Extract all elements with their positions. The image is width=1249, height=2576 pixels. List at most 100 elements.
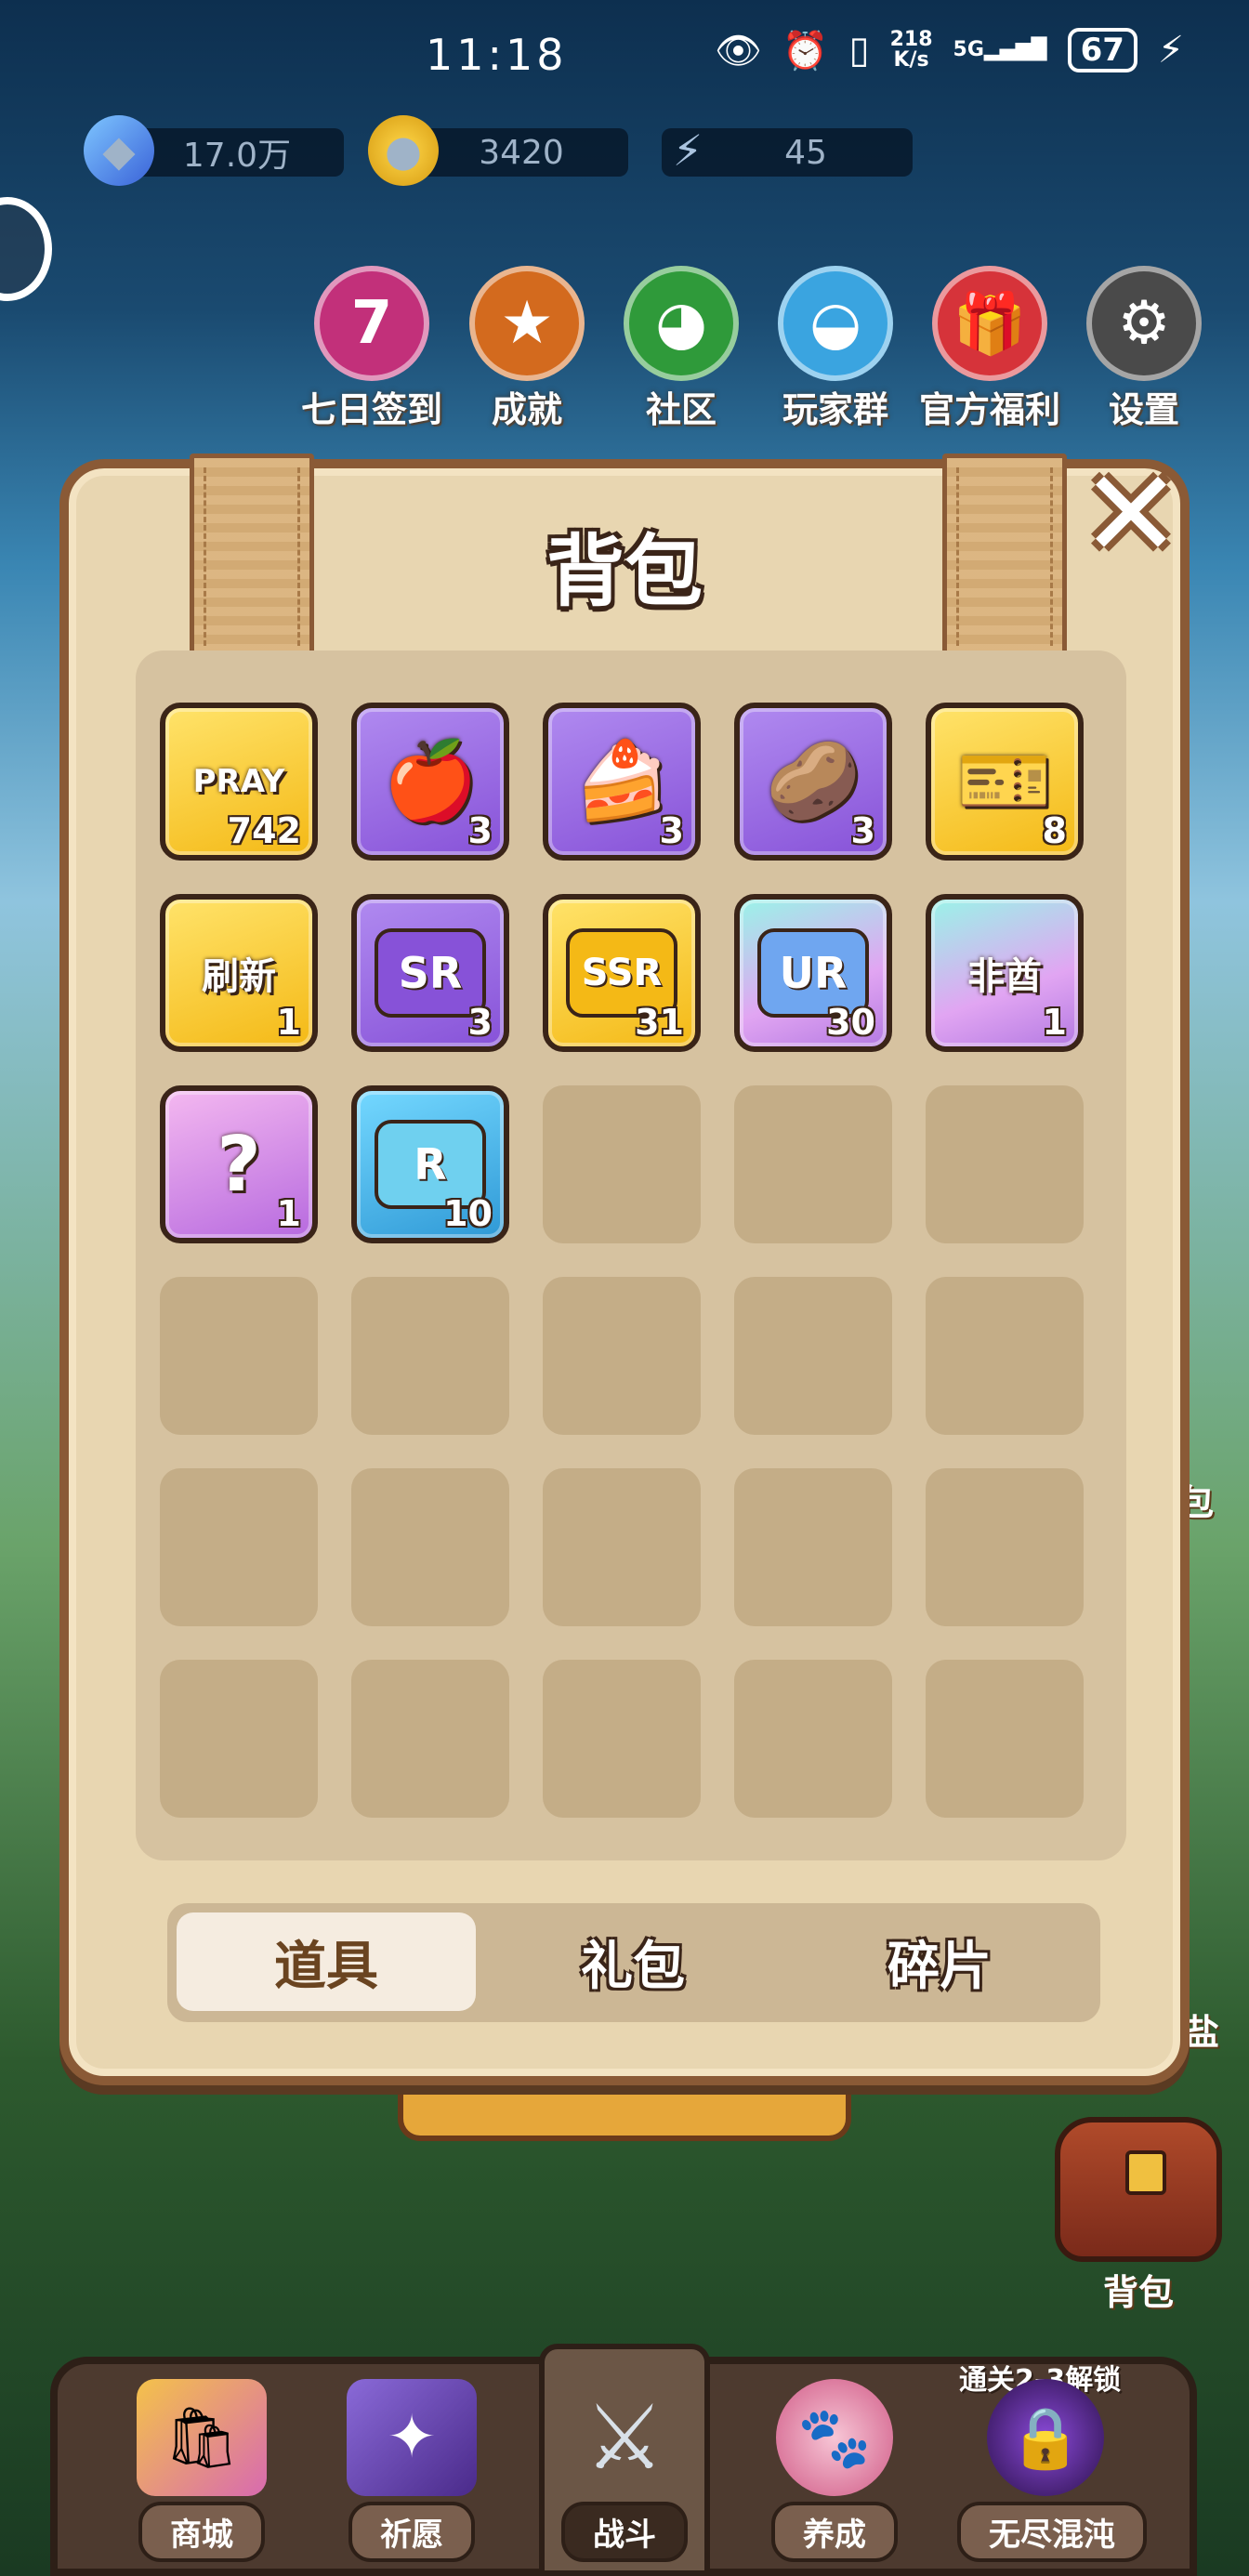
inventory-slot-empty	[351, 1468, 509, 1626]
chat-bubble-icon[interactable]	[0, 197, 52, 301]
vibrate-icon: ▯	[848, 29, 870, 72]
nav-label: 养成	[771, 2502, 898, 2562]
inventory-slot-empty	[351, 1660, 509, 1818]
item-count: 31	[635, 1002, 684, 1043]
item-count: 1	[276, 1193, 301, 1234]
menu-label: 设置	[1108, 389, 1179, 430]
menu-seven-day-signin[interactable]: 7 七日签到	[301, 266, 442, 432]
inventory-slot-chips[interactable]: 🥔 3	[734, 703, 892, 861]
coin-icon: ●	[368, 115, 439, 186]
nav-battle[interactable]: ⚔ 战斗	[536, 2379, 713, 2562]
chat-icon: ◕	[624, 266, 739, 381]
inventory-slot-r-fragment[interactable]: R 10	[351, 1085, 509, 1243]
menu-player-group[interactable]: ◒ 玩家群	[775, 266, 896, 432]
inventory-slot-empty	[926, 1277, 1084, 1435]
close-button[interactable]: ✕	[1081, 453, 1182, 574]
item-count: 3	[850, 810, 875, 851]
backpack-label: 背包	[1102, 2272, 1174, 2313]
nav-label: 战斗	[561, 2502, 688, 2562]
resource-gems-value: 17.0万	[182, 137, 292, 175]
nav-label: 商城	[138, 2502, 265, 2562]
charging-icon: ⚡	[1157, 29, 1184, 72]
backpack-icon	[1055, 2117, 1222, 2262]
nav-wish[interactable]: ✦ 祈愿	[323, 2379, 500, 2562]
item-count: 1	[1042, 1002, 1067, 1043]
inventory-slot-empty	[160, 1468, 318, 1626]
nav-shop[interactable]: 🛍 商城	[113, 2379, 290, 2562]
menu-settings[interactable]: ⚙ 设置	[1084, 266, 1204, 432]
nav-endless-chaos[interactable]: 🔒 无尽混沌	[957, 2379, 1147, 2562]
status-time: 11:18	[426, 30, 568, 80]
inventory-slot-empty	[734, 1085, 892, 1243]
inventory-slot-empty	[926, 1468, 1084, 1626]
card-icon: ✦	[347, 2379, 477, 2496]
crossed-swords-icon: ⚔	[584, 2385, 665, 2490]
inventory-slot-pray-ticket[interactable]: PRAY 742	[160, 703, 318, 861]
item-count: 8	[1042, 810, 1067, 851]
menu-community[interactable]: ◕ 社区	[621, 266, 742, 432]
tab-gift-packs[interactable]: 礼包	[483, 1912, 782, 2011]
item-count: 30	[826, 1002, 875, 1043]
resource-energy-value: 45	[784, 133, 827, 172]
network-type: 5G	[953, 38, 984, 61]
category-tabs: 道具 礼包 碎片	[167, 1903, 1100, 2022]
inventory-slot-empty	[160, 1277, 318, 1435]
penguin-icon: ◒	[778, 266, 893, 381]
shop-icon: 🛍	[137, 2379, 267, 2496]
net-speed-value: 218	[889, 28, 933, 51]
inventory-slot-apple[interactable]: 🍎 3	[351, 703, 509, 861]
inventory-slot-empty	[543, 1660, 701, 1818]
inventory-slot-empty	[734, 1468, 892, 1626]
battery-indicator: 67	[1067, 28, 1137, 72]
inventory-slot-sr-fragment[interactable]: SR 3	[351, 894, 509, 1052]
item-count: 3	[467, 1002, 493, 1043]
inventory-slot-cake[interactable]: 🍰 3	[543, 703, 701, 861]
lock-icon: 🔒	[987, 2379, 1104, 2496]
signal-icon: 5G▂▄▆█	[953, 38, 1047, 61]
resource-energy[interactable]: ⚡ 45	[662, 125, 913, 177]
nav-label: 无尽混沌	[957, 2502, 1147, 2562]
resource-coins[interactable]: ● 3420	[368, 115, 628, 186]
inventory-slot-empty	[543, 1277, 701, 1435]
inventory-slot-empty	[926, 1660, 1084, 1818]
inventory-slot-empty	[351, 1277, 509, 1435]
inventory-slot-mystery-bag[interactable]: ? 1	[160, 1085, 318, 1243]
gear-icon: ⚙	[1086, 266, 1202, 381]
inventory-slot-empty	[160, 1660, 318, 1818]
gem-icon: ◆	[84, 115, 154, 186]
inventory-slot-refresh-ticket[interactable]: 刷新 1	[160, 894, 318, 1052]
eye-icon: 👁	[714, 29, 762, 72]
inventory-slot-empty	[543, 1085, 701, 1243]
inventory-slot-pink-ticket[interactable]: 🎫 8	[926, 703, 1084, 861]
nav-cultivate[interactable]: 🐾 养成	[746, 2379, 923, 2562]
dialog-title: 背包	[546, 526, 703, 617]
tab-items[interactable]: 道具	[177, 1912, 476, 2011]
net-speed: 218 K/s	[890, 30, 933, 71]
net-speed-unit: K/s	[893, 48, 929, 72]
item-count: 1	[276, 1002, 301, 1043]
resource-gems[interactable]: ◆ 17.0万	[84, 115, 344, 186]
nav-label: 祈愿	[348, 2502, 475, 2562]
status-bar: 11:18 👁 ⏰ ▯ 218 K/s 5G▂▄▆█ 67 ⚡	[0, 0, 1249, 112]
inventory-slot-ur-fragment[interactable]: UR 30	[734, 894, 892, 1052]
item-count: 3	[659, 810, 684, 851]
inventory-slot-empty	[926, 1085, 1084, 1243]
item-count: 3	[467, 810, 493, 851]
item-count: 10	[443, 1193, 493, 1234]
menu-official-benefits[interactable]: 🎁 官方福利	[919, 266, 1060, 432]
backpack-button[interactable]: 背包	[1050, 2117, 1227, 2315]
item-count: 742	[227, 810, 301, 851]
inventory-slot-fei-qiu-card[interactable]: 非酋 1	[926, 894, 1084, 1052]
inventory-slot-empty	[543, 1468, 701, 1626]
inventory-slot-ssr-fragment[interactable]: SSR 31	[543, 894, 701, 1052]
trophy-icon: ★	[469, 266, 585, 381]
alarm-icon: ⏰	[782, 29, 829, 72]
energy-icon: ⚡	[672, 125, 703, 176]
status-icons: 👁 ⏰ ▯ 218 K/s 5G▂▄▆█ 67 ⚡	[715, 28, 1184, 72]
inventory-slot-empty	[734, 1277, 892, 1435]
inventory-grid: PRAY 742 🍎 3 🍰 3 🥔 3 🎫 8 刷新 1 SR 3 SSR 3…	[136, 651, 1126, 1860]
calendar-icon: 7	[314, 266, 429, 381]
tab-fragments[interactable]: 碎片	[790, 1912, 1089, 2011]
menu-achievement[interactable]: ★ 成就	[467, 266, 587, 432]
gift-icon: 🎁	[932, 266, 1047, 381]
